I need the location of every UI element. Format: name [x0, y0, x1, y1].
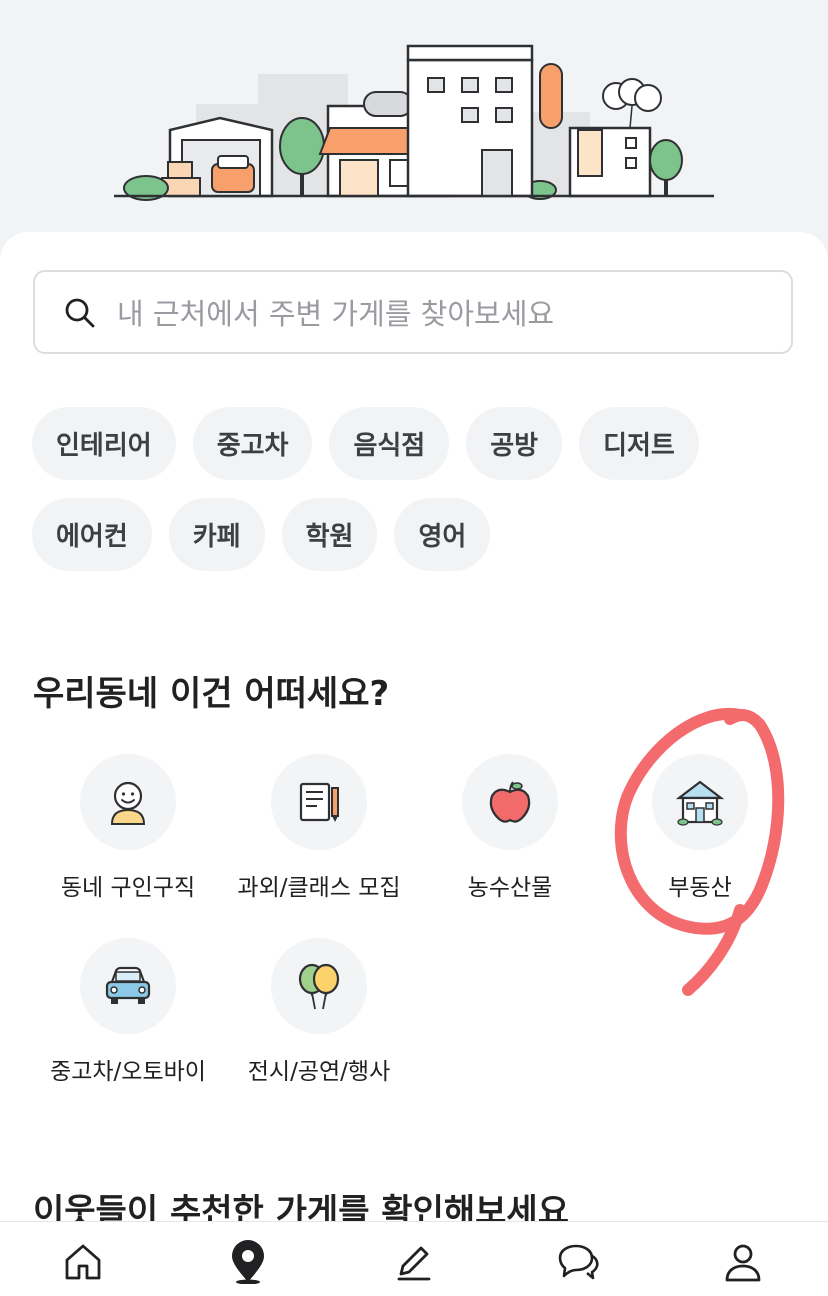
category-label: 농수산물 — [467, 875, 553, 901]
chip-cafe[interactable]: 카페 — [168, 498, 265, 571]
chat-icon — [558, 1244, 599, 1280]
category-icon-wrap — [462, 754, 558, 850]
apple-icon — [489, 781, 531, 823]
pencil-icon — [397, 1246, 431, 1281]
search-input[interactable] — [115, 286, 779, 342]
search-icon — [65, 298, 95, 328]
category-label: 부동산 — [668, 875, 732, 901]
chip-row-2: 에어컨 카페 학원 영어 — [32, 498, 812, 571]
category-icon-wrap — [271, 754, 367, 850]
chip-restaurant[interactable]: 음식점 — [329, 407, 450, 480]
category-used-cars[interactable]: 중고차/오토바이 — [33, 938, 223, 1086]
car-icon — [105, 966, 151, 1004]
chip-aircon[interactable]: 에어컨 — [32, 498, 152, 571]
bottom-navigation — [0, 1221, 828, 1296]
category-label: 과외/클래스 모집 — [237, 875, 401, 901]
nav-profile[interactable] — [721, 1240, 765, 1284]
balloons-icon — [298, 963, 340, 1010]
chip-dessert[interactable]: 디저트 — [579, 407, 699, 480]
search-bar[interactable] — [33, 270, 793, 354]
chip-academy[interactable]: 학원 — [281, 498, 378, 571]
category-jobs[interactable]: 동네 구인구직 — [33, 754, 223, 902]
person-icon — [110, 781, 146, 825]
nav-nearby[interactable] — [226, 1240, 270, 1284]
section-title-recommend: 우리동네 이건 어떠세요? — [33, 674, 390, 714]
category-chips: 인테리어 중고차 음식점 공방 디저트 에어컨 카페 학원 영어 — [32, 407, 812, 589]
nav-chat[interactable] — [556, 1240, 600, 1284]
chip-workshop[interactable]: 공방 — [466, 407, 563, 480]
chip-english[interactable]: 영어 — [394, 498, 491, 571]
nav-home[interactable] — [61, 1240, 105, 1284]
category-icon-wrap — [652, 754, 748, 850]
category-produce[interactable]: 농수산물 — [415, 754, 605, 902]
notebook-pencil-icon — [299, 782, 339, 822]
category-icon-wrap — [80, 938, 176, 1034]
category-real-estate[interactable]: 부동산 — [605, 754, 795, 902]
profile-icon — [725, 1244, 761, 1282]
house-icon — [675, 780, 725, 826]
category-icon-wrap — [80, 754, 176, 850]
hero-banner — [0, 0, 828, 260]
category-label: 중고차/오토바이 — [50, 1059, 206, 1085]
nav-write[interactable] — [391, 1240, 435, 1284]
chip-used-car[interactable]: 중고차 — [192, 407, 313, 480]
category-label: 전시/공연/행사 — [247, 1059, 391, 1085]
category-events[interactable]: 전시/공연/행사 — [224, 938, 414, 1086]
neighborhood-illustration — [114, 44, 714, 201]
category-label: 동네 구인구직 — [60, 875, 196, 901]
home-icon — [65, 1244, 101, 1280]
category-classes[interactable]: 과외/클래스 모집 — [224, 754, 414, 902]
category-icon-wrap — [271, 938, 367, 1034]
location-pin-icon — [232, 1240, 264, 1284]
chip-row-1: 인테리어 중고차 음식점 공방 디저트 — [32, 407, 812, 480]
chip-interior[interactable]: 인테리어 — [32, 407, 176, 480]
